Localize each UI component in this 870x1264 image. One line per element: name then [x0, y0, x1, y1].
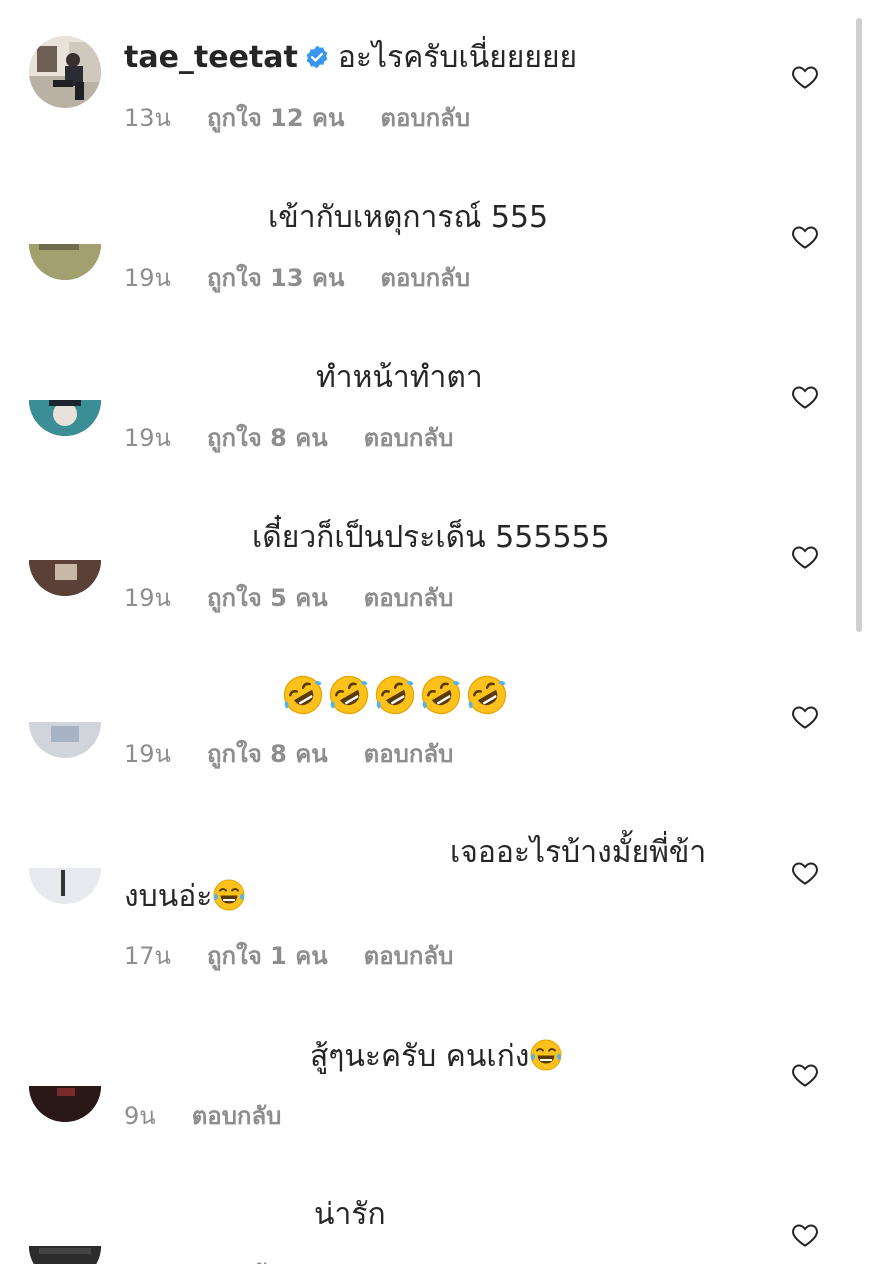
scrollbar[interactable] [856, 18, 862, 632]
reply-button[interactable]: ตอบกลับ [380, 98, 470, 137]
comment-meta: 13น ถูกใจ 12 คน ตอบกลับ [124, 98, 506, 137]
rolling-on-floor-laughing-icon [282, 674, 324, 716]
avatar[interactable] [29, 560, 101, 596]
comment-text-line2: งบนอ่ะ [124, 878, 250, 912]
reply-button[interactable]: ตอบกลับ [364, 734, 454, 773]
rolling-on-floor-laughing-icon [420, 674, 462, 716]
comment-time: 19น [124, 424, 171, 452]
comment-meta: 17น ถูกใจ 1 คน ตอบกลับ [124, 936, 489, 975]
comment-item: น่ารัก 9น ตอบกลับ [0, 1160, 870, 1264]
reply-button[interactable]: ตอบกลับ [380, 258, 470, 297]
reply-button[interactable]: ตอบกลับ [364, 936, 454, 975]
comment-item: สู้ๆนะครับ คนเก่ง 9น ตอบกลับ [0, 1000, 870, 1160]
avatar[interactable] [29, 36, 101, 108]
reply-button[interactable]: ตอบกลับ [192, 1096, 282, 1135]
heart-outline-icon[interactable] [790, 1220, 820, 1250]
comment-text: เดี๋ยวก็เป็นประเด็น 555555 [252, 520, 610, 555]
comment-meta: 9น ตอบกลับ [124, 1254, 317, 1264]
rolling-on-floor-laughing-icon [328, 674, 370, 716]
comment-item: ทำหน้าทำตา 19น ถูกใจ 8 คน ตอบกลับ [0, 320, 870, 480]
heart-outline-icon[interactable] [790, 222, 820, 252]
verified-badge-icon [304, 44, 330, 76]
likes-count[interactable]: ถูกใจ 1 คน [207, 936, 328, 975]
comment-emoji-row [282, 674, 512, 716]
comment-time: 19น [124, 740, 171, 768]
comment-text: น่ารัก [314, 1197, 386, 1232]
comment-time: 9น [124, 1254, 156, 1264]
comment-item: เข้ากับเหตุการณ์ 555 19น ถูกใจ 13 คน ตอบกล… [0, 160, 870, 320]
face-with-tears-of-joy-icon [212, 878, 246, 912]
comment-time: 19น [124, 264, 171, 292]
comment-text: เจออะไรบ้างมั้ยพี่ข้า [450, 835, 707, 870]
comment-text: เข้ากับเหตุการณ์ 555 [268, 200, 549, 235]
comment-meta: 19น ถูกใจ 8 คน ตอบกลับ [124, 734, 489, 773]
avatar[interactable] [29, 244, 101, 280]
likes-count[interactable]: ถูกใจ 12 คน [207, 98, 344, 137]
reply-button[interactable]: ตอบกลับ [192, 1254, 282, 1264]
comment-text-line: tae_teetat อะไรครับเนี่ยยยยย [124, 43, 577, 76]
comment-meta: 19น ถูกใจ 5 คน ตอบกลับ [124, 578, 489, 617]
comment-text-continued: งบนอ่ะ [124, 879, 213, 914]
comment-time: 13น [124, 104, 171, 132]
comment-meta: 9น ตอบกลับ [124, 1096, 317, 1135]
comment-item: 19น ถูกใจ 8 คน ตอบกลับ [0, 640, 870, 800]
reply-button[interactable]: ตอบกลับ [364, 418, 454, 457]
username[interactable]: tae_teetat [124, 40, 298, 75]
rolling-on-floor-laughing-icon [374, 674, 416, 716]
comment-item: tae_teetat อะไรครับเนี่ยยยยย 13น ถูกใจ 12 … [0, 0, 870, 160]
comment-time: 17น [124, 942, 171, 970]
heart-outline-icon[interactable] [790, 1060, 820, 1090]
likes-count[interactable]: ถูกใจ 8 คน [207, 734, 328, 773]
likes-count[interactable]: ถูกใจ 8 คน [207, 418, 328, 457]
heart-outline-icon[interactable] [790, 382, 820, 412]
heart-outline-icon[interactable] [790, 542, 820, 572]
avatar[interactable] [29, 1246, 101, 1264]
avatar[interactable] [29, 868, 101, 904]
avatar[interactable] [29, 722, 101, 758]
likes-count[interactable]: ถูกใจ 13 คน [207, 258, 344, 297]
heart-outline-icon[interactable] [790, 62, 820, 92]
comment-meta: 19น ถูกใจ 8 คน ตอบกลับ [124, 418, 489, 457]
likes-count[interactable]: ถูกใจ 5 คน [207, 578, 328, 617]
reply-button[interactable]: ตอบกลับ [364, 578, 454, 617]
heart-outline-icon[interactable] [790, 702, 820, 732]
comment-time: 9น [124, 1102, 156, 1130]
comment-time: 19น [124, 584, 171, 612]
heart-outline-icon[interactable] [790, 858, 820, 888]
comment-meta: 19น ถูกใจ 13 คน ตอบกลับ [124, 258, 506, 297]
face-with-tears-of-joy-icon [529, 1038, 563, 1072]
comment-text: ทำหน้าทำตา [316, 360, 483, 395]
avatar[interactable] [29, 400, 101, 436]
comment-text-line: สู้ๆนะครับ คนเก่ง [310, 1038, 567, 1072]
avatar[interactable] [29, 1086, 101, 1122]
comment-item: เจออะไรบ้างมั้ยพี่ข้า งบนอ่ะ 17น ถูกใจ 1 … [0, 800, 870, 1000]
comment-text: สู้ๆนะครับ คนเก่ง [310, 1039, 530, 1074]
rolling-on-floor-laughing-icon [466, 674, 508, 716]
comment-item: เดี๋ยวก็เป็นประเด็น 555555 19น ถูกใจ 5 คน… [0, 480, 870, 640]
comment-text: อะไรครับเนี่ยยยยย [337, 40, 578, 75]
